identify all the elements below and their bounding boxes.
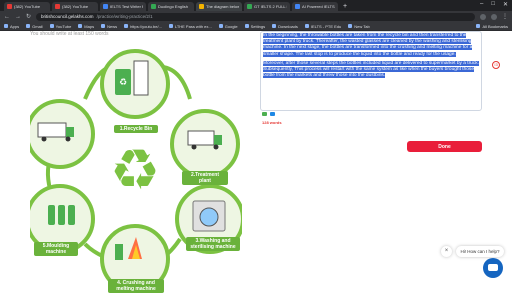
youtube-icon [55, 4, 60, 9]
word-count: 128 words [262, 120, 282, 125]
stage-label: 5.Moulding machine [34, 242, 78, 256]
maximize-icon[interactable]: □ [491, 1, 495, 8]
grammar-marker[interactable]: !3 [492, 61, 500, 69]
profile-avatar[interactable] [491, 13, 497, 20]
task-instruction: You should write at least 150 words [30, 31, 109, 37]
bookmark-item[interactable]: Gmail [26, 24, 43, 29]
browser-tab[interactable]: AI Powered IELTS Academy [292, 2, 338, 11]
grammar-icon[interactable] [270, 112, 275, 116]
chat-launcher-button[interactable] [483, 258, 503, 278]
maps-icon [78, 24, 83, 28]
bin-icon [133, 60, 149, 96]
settings-icon [244, 24, 249, 28]
bookmark-item[interactable]: Settings [244, 24, 265, 29]
youtube-icon [49, 24, 54, 28]
stage-label: 3.Washing and sterilising machine [186, 237, 240, 251]
site-icon [247, 4, 252, 9]
essay-textarea[interactable]: In the beginning, the throwable bottles … [260, 31, 482, 111]
stage-label: 4. Crushing and melting machine [108, 279, 164, 293]
browser-tab[interactable]: IELTS Test Writer Portal [100, 2, 146, 11]
bottle-icon [58, 205, 65, 225]
minimize-icon[interactable]: – [480, 1, 483, 8]
essay-paragraph: In the beginning, the throwable bottles … [263, 33, 473, 57]
news-icon [101, 24, 106, 28]
browser-tab-active[interactable]: The diagram below shows how [196, 2, 242, 11]
site-icon [295, 4, 300, 9]
forward-icon[interactable]: → [15, 14, 21, 20]
new-tab-button[interactable]: + [340, 2, 350, 11]
all-bookmarks[interactable]: All Bookmarks [476, 24, 508, 29]
stage-label: 2.Treatment plant [182, 171, 228, 185]
google-icon [218, 24, 223, 28]
browser-tab[interactable]: Duolingo English [148, 2, 194, 11]
close-window-icon[interactable]: ✕ [503, 1, 508, 8]
editor-toolbar [262, 112, 275, 116]
url-field[interactable]: britishcouncil.gelakhs.com/practice/writ… [36, 12, 475, 21]
window-controls: – □ ✕ [480, 1, 508, 8]
bookmark-item[interactable]: Maps [78, 24, 94, 29]
site-icon [151, 4, 156, 9]
url-path: /practice/writing-practice/2/1 [96, 14, 153, 19]
page-content: You should write at least 150 words ♻ ♻ … [0, 31, 512, 293]
extension-icon[interactable] [480, 13, 486, 20]
chat-close-button[interactable]: × [441, 246, 452, 257]
done-button[interactable]: Done [407, 141, 482, 152]
gmail-icon [26, 24, 31, 28]
folder-icon [476, 24, 481, 28]
bookmark-icon [348, 24, 353, 28]
bookmark-item[interactable]: https://youtu.be/... [124, 24, 162, 29]
bottle-icon [48, 205, 55, 225]
bookmark-item[interactable]: YouTube [49, 24, 71, 29]
apps-icon [4, 24, 8, 28]
bookmark-icon [168, 24, 173, 28]
chat-greeting[interactable]: Hi! How can I help? [456, 246, 504, 257]
svg-text:♻: ♻ [119, 78, 127, 88]
stage-label: 1.Recycle Bin [114, 125, 158, 133]
url-host: britishcouncil.gelakhs.com [41, 14, 94, 19]
truck-icon [187, 130, 215, 146]
bookmark-icon [124, 24, 129, 28]
spellcheck-icon[interactable] [262, 112, 267, 116]
bookmarks-bar: Apps Gmail YouTube Maps News https://you… [0, 22, 512, 31]
reload-icon[interactable]: ↻ [26, 13, 31, 20]
bookmark-item[interactable]: Apps [4, 24, 19, 29]
recycle-symbol-icon: ♻ [110, 138, 160, 203]
bookmark-item[interactable]: LTHE Pass with ex... [168, 24, 212, 29]
truck-cab-icon [66, 127, 74, 137]
site-icon [103, 4, 108, 9]
bookmark-item[interactable]: News [101, 24, 117, 29]
bookmark-icon [304, 24, 309, 28]
bookmark-item[interactable]: IELTS - PTE Edu [304, 24, 341, 29]
chat-icon [488, 264, 498, 271]
browser-tab[interactable]: GT IELTS 2 FULL in PDF IELTS [244, 2, 290, 11]
truck-cab-icon [214, 135, 222, 145]
browser-tab[interactable]: (382) YouTube [52, 2, 98, 11]
delivery-truck-icon [37, 122, 67, 138]
bottle-icon [68, 205, 75, 225]
tab-bar: (382) YouTube (382) YouTube IELTS Test W… [0, 0, 512, 11]
bookmark-item[interactable]: New Tab [348, 24, 370, 29]
essay-paragraph: Moreover, after those several steps the … [263, 60, 479, 79]
bookmark-item[interactable]: Google [218, 24, 238, 29]
recycling-diagram: ♻ ♻ 1.Recycle Bin 2.Treatment plant 3.Wa… [25, 39, 245, 293]
download-icon [272, 24, 277, 28]
browser-tab[interactable]: (382) YouTube [4, 2, 50, 11]
back-icon[interactable]: ← [4, 14, 10, 20]
bottle-icon [115, 244, 123, 260]
menu-icon[interactable]: ⋮ [502, 13, 508, 20]
address-bar-row: ← → ↻ britishcouncil.gelakhs.com/practic… [0, 11, 512, 22]
bookmark-item[interactable]: Downloads [272, 24, 298, 29]
site-icon [199, 4, 204, 9]
youtube-icon [7, 4, 12, 9]
